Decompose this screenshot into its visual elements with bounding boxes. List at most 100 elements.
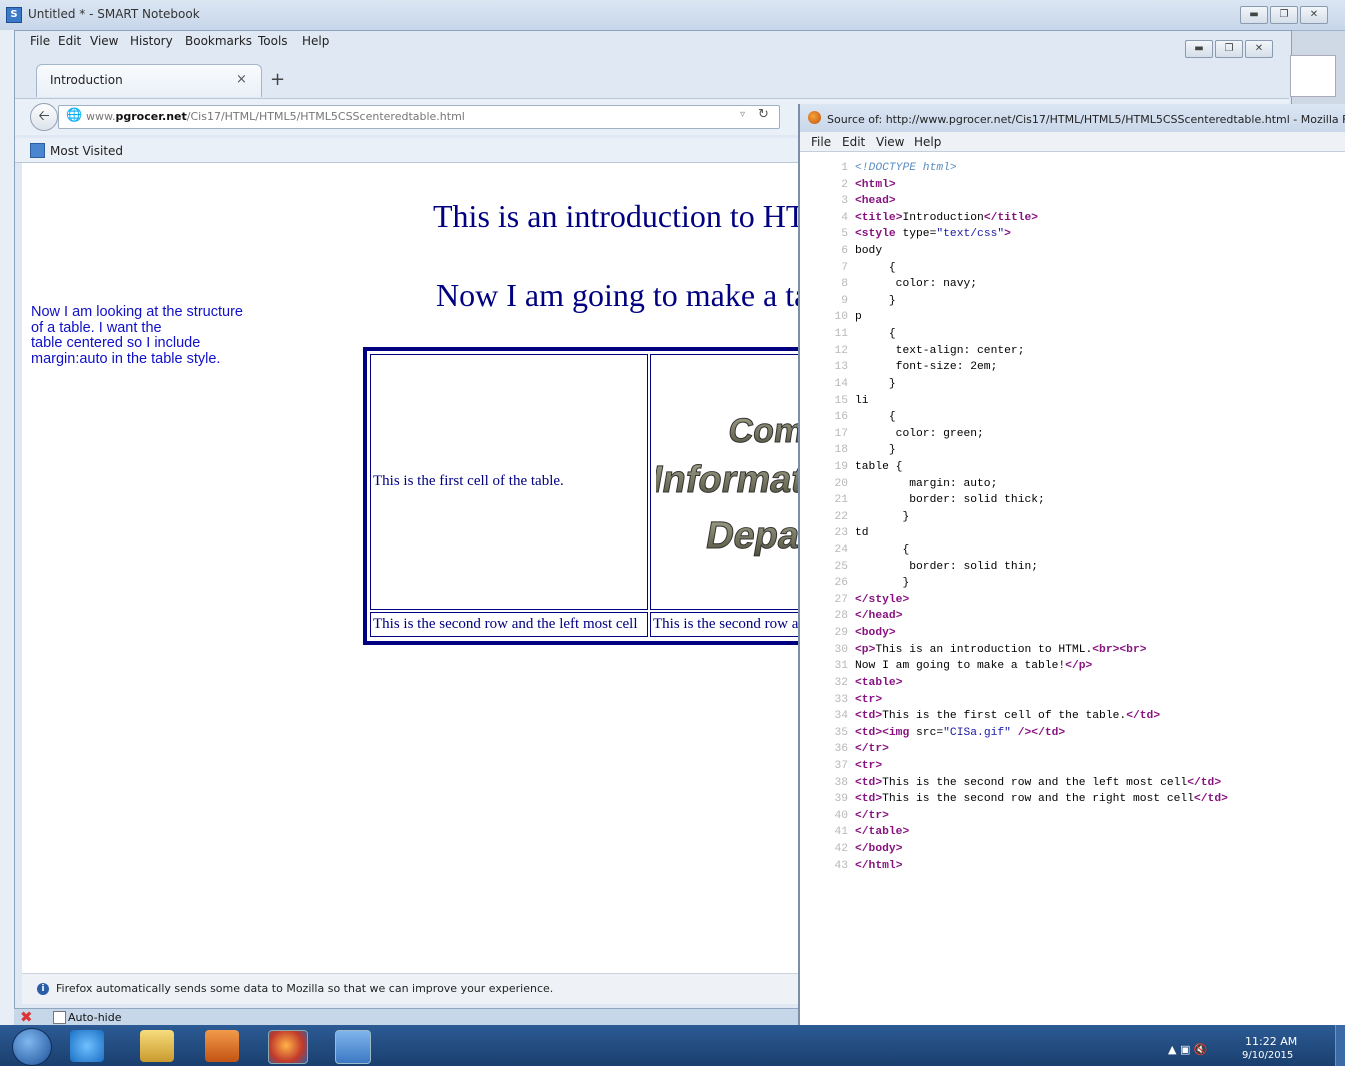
source-line: 4 <title>Introduction</title> (806, 210, 1344, 227)
note-line: margin:auto in the table style. (31, 350, 221, 367)
source-line: 16 { (806, 409, 1344, 426)
line-number: 8 (841, 278, 848, 291)
system-tray-icons[interactable]: ▲ ▣ 🔇 (1168, 1043, 1208, 1056)
source-line: 27 </style> (806, 592, 1344, 609)
bookmark-most-visited[interactable]: Most Visited (50, 144, 123, 158)
ff-restore-button[interactable]: ❐ (1215, 40, 1243, 58)
source-line: 35 <td><img src="CISa.gif" /></td> (806, 725, 1344, 742)
source-line: 6 body (806, 243, 1344, 260)
url-dropdown-icon[interactable]: ▿ (740, 109, 745, 120)
line-text: <tr> (855, 693, 883, 706)
line-text: { (855, 261, 896, 274)
show-desktop-button[interactable] (1335, 1025, 1345, 1066)
logo-word: Informati (656, 458, 806, 501)
line-text: </head> (855, 610, 903, 623)
ie-icon[interactable] (70, 1030, 104, 1062)
line-number: 35 (834, 726, 848, 739)
source-menu-edit[interactable]: Edit (842, 135, 865, 149)
line-text: } (855, 377, 896, 390)
line-number: 4 (841, 211, 848, 224)
new-tab-button[interactable]: + (270, 69, 285, 90)
close-button[interactable]: ✕ (1300, 6, 1328, 24)
menu-tools[interactable]: Tools (258, 34, 288, 48)
explorer-icon[interactable] (140, 1030, 174, 1062)
reload-icon[interactable]: ↻ (758, 107, 769, 122)
line-text: <style type="text/css"> (855, 228, 1011, 241)
close-x-icon[interactable]: ✖ (20, 1008, 33, 1026)
restore-button[interactable]: ❐ (1270, 6, 1298, 24)
line-text: { (855, 544, 910, 557)
media-player-icon[interactable] (205, 1030, 239, 1062)
source-line: 34 <td>This is the first cell of the tabl… (806, 708, 1344, 725)
line-text: <td><img src="CISa.gif" /></td> (855, 726, 1066, 739)
source-menu-view[interactable]: View (876, 135, 904, 149)
clock-time[interactable]: 11:22 AM (1245, 1035, 1297, 1048)
line-number: 3 (841, 195, 848, 208)
line-number: 43 (834, 859, 848, 872)
line-number: 16 (834, 411, 848, 424)
line-number: 28 (834, 610, 848, 623)
source-line: 36 </tr> (806, 741, 1344, 758)
menu-file[interactable]: File (30, 34, 50, 48)
smart-notebook-taskbar-icon[interactable] (335, 1030, 371, 1064)
menu-bookmarks[interactable]: Bookmarks (185, 34, 252, 48)
bookmark-folder-icon (30, 143, 45, 158)
annotation-note: Now I am looking at the structure of a t… (31, 304, 261, 367)
line-text: font-size: 2em; (855, 361, 998, 374)
autohide-checkbox[interactable] (53, 1011, 66, 1024)
line-text: border: solid thick; (855, 494, 1045, 507)
line-text: <table> (855, 676, 903, 689)
line-number: 30 (834, 643, 848, 656)
source-line: 10 p (806, 309, 1344, 326)
menu-help[interactable]: Help (302, 34, 329, 48)
line-text: table { (855, 460, 903, 473)
line-text: </style> (855, 593, 910, 606)
clock-date[interactable]: 9/10/2015 (1242, 1050, 1293, 1061)
source-line: 41 </table> (806, 824, 1344, 841)
minimize-button[interactable]: ▬ (1240, 6, 1268, 24)
ff-minimize-button[interactable]: ▬ (1185, 40, 1213, 58)
line-text: li (855, 394, 869, 407)
source-line: 26 } (806, 575, 1344, 592)
source-line: 8 color: navy; (806, 276, 1344, 293)
source-line: 25 border: solid thin; (806, 559, 1344, 576)
ff-close-button[interactable]: ✕ (1245, 40, 1273, 58)
firefox-taskbar-icon[interactable] (268, 1030, 308, 1064)
line-number: 17 (834, 427, 848, 440)
source-line: 11 { (806, 326, 1344, 343)
line-number: 31 (834, 660, 848, 673)
source-menu-file[interactable]: File (811, 135, 831, 149)
url-text[interactable]: www.pgrocer.net/Cis17/HTML/HTML5/HTML5CS… (86, 110, 465, 123)
line-text: text-align: center; (855, 344, 1025, 357)
source-line: 14 } (806, 376, 1344, 393)
line-text: color: navy; (855, 278, 978, 291)
source-line: 3 <head> (806, 193, 1344, 210)
line-text: <tr> (855, 759, 883, 772)
line-number: 1 (841, 162, 848, 174)
source-menu-help[interactable]: Help (914, 135, 941, 149)
menu-history[interactable]: History (130, 34, 173, 48)
menu-edit[interactable]: Edit (58, 34, 81, 48)
source-line: 31 Now I am going to make a table!</p> (806, 658, 1344, 675)
line-number: 34 (834, 710, 848, 723)
line-number: 37 (834, 759, 848, 772)
line-text: } (855, 294, 896, 307)
source-line: 24 { (806, 542, 1344, 559)
back-button[interactable]: 🡠 (30, 103, 58, 131)
line-number: 22 (834, 510, 848, 523)
line-number: 36 (834, 743, 848, 756)
tab-close-icon[interactable]: × (236, 72, 247, 87)
start-button[interactable] (12, 1028, 52, 1066)
line-text: </tr> (855, 743, 889, 756)
source-line: 19 table { (806, 459, 1344, 476)
line-text: </table> (855, 826, 910, 839)
line-number: 27 (834, 593, 848, 606)
menu-view[interactable]: View (90, 34, 118, 48)
smart-notebook-icon: S (6, 7, 22, 23)
line-number: 39 (834, 793, 848, 806)
source-line: 21 border: solid thick; (806, 492, 1344, 509)
line-number: 14 (834, 377, 848, 390)
line-number: 6 (841, 245, 848, 258)
source-line: 15 li (806, 393, 1344, 410)
line-number: 21 (834, 494, 848, 507)
